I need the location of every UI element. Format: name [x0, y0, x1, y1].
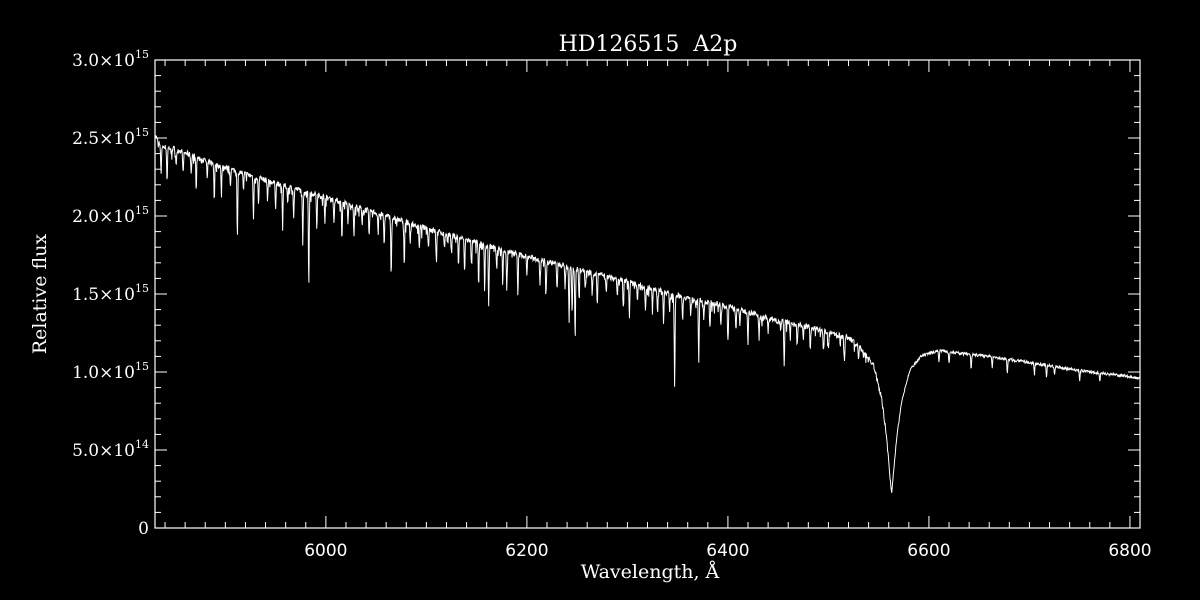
- x-tick-label: 6000: [304, 541, 347, 561]
- x-tick-label: 6800: [1108, 541, 1151, 561]
- y-tick-label: 0: [138, 519, 149, 539]
- y-tick-label: 2.0×1015: [72, 204, 149, 227]
- y-axis-label: Relative flux: [29, 234, 51, 355]
- chart-title: HD126515 A2p: [559, 32, 738, 57]
- tick-labels: 6000 6200 6400 6600 6800 0 5.0×1014 1.0×1015 1.5…: [72, 48, 1152, 561]
- x-axis-label: Wavelength, Å: [581, 561, 720, 583]
- y-tick-label: 1.5×1015: [72, 282, 149, 305]
- y-tick-label: 3.0×1015: [72, 48, 149, 71]
- x-tick-label: 6200: [505, 541, 548, 561]
- spectrum-chart: HD126515 A2p Relative flux Wavelength, Å…: [29, 32, 1152, 583]
- y-tick-label: 1.0×1015: [72, 360, 149, 383]
- y-tick-label: 2.5×1015: [72, 126, 149, 149]
- y-tick-label: 5.0×1014: [72, 438, 149, 461]
- x-tick-label: 6400: [706, 541, 749, 561]
- spectrum-line: [154, 135, 1141, 493]
- x-tick-label: 6600: [907, 541, 950, 561]
